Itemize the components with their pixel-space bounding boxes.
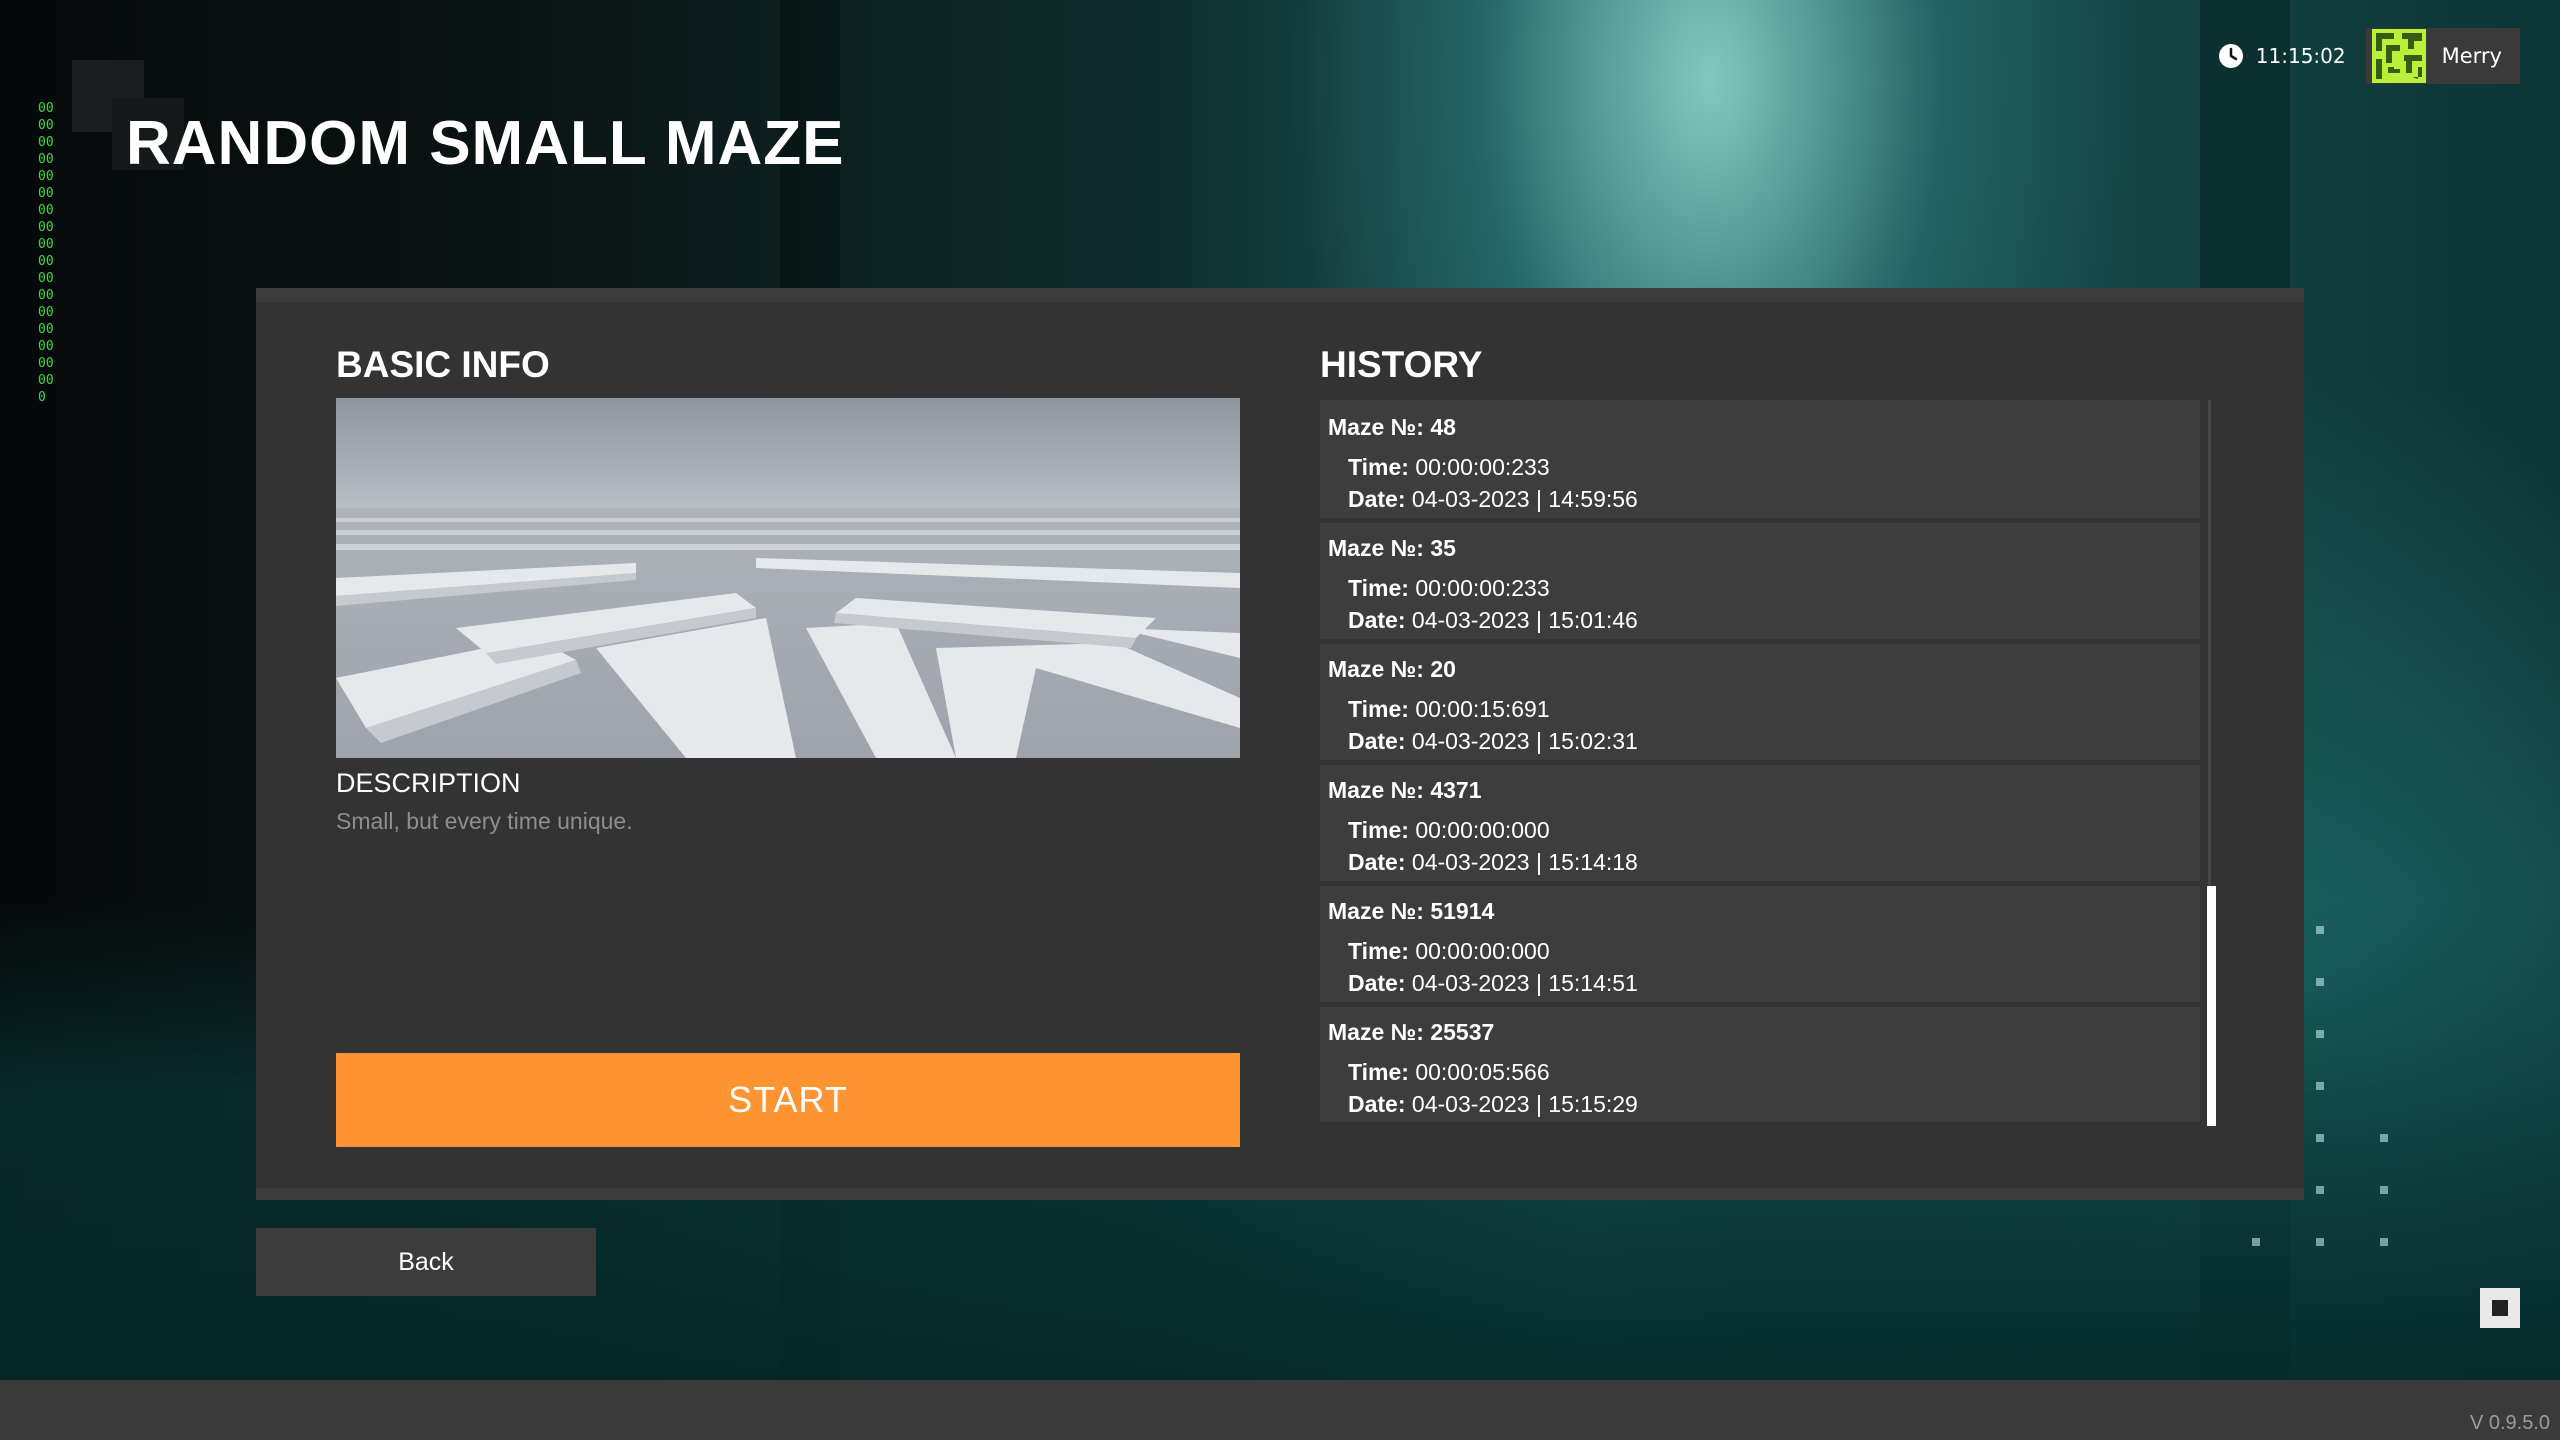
maze-label: Maze №: — [1328, 777, 1424, 803]
footer-bar — [0, 1380, 2560, 1440]
matrix-digits: 00000000000000000000000000000000000 — [38, 101, 54, 405]
date-value: 04-03-2023 | 15:01:46 — [1411, 607, 1638, 633]
date-label: Date: — [1348, 486, 1406, 512]
history-list[interactable]: Maze №: 48 Time: 00:00:00:233 Date: 04-0… — [1320, 400, 2210, 1122]
square-stop-icon[interactable] — [2480, 1288, 2520, 1328]
time-value: 00:00:00:233 — [1415, 454, 1550, 480]
avatar — [2371, 29, 2426, 83]
maze-number: 25537 — [1430, 1019, 1495, 1045]
decorative-dot — [2316, 1238, 2324, 1246]
decorative-dot — [2316, 1030, 2324, 1038]
time-label: Time: — [1348, 938, 1409, 964]
maze-label: Maze №: — [1328, 1019, 1424, 1045]
panel-top-bar — [256, 288, 2304, 302]
time-label: Time: — [1348, 454, 1409, 480]
history-scrollbar-thumb[interactable] — [2207, 886, 2216, 1126]
maze-avatar-icon — [2371, 29, 2426, 83]
time-value: 00:00:00:000 — [1415, 817, 1550, 843]
description-title: DESCRIPTION — [336, 768, 521, 798]
version-label: V 0.9.5.0 — [2469, 1412, 2550, 1434]
date-label: Date: — [1348, 970, 1406, 996]
maze-label: Maze №: — [1328, 898, 1424, 924]
list-item: Maze №: 48 Time: 00:00:00:233 Date: 04-0… — [1320, 402, 2200, 518]
maze-label: Maze №: — [1328, 656, 1424, 682]
clock-icon — [2218, 44, 2243, 68]
page-title: RANDOM SMALL MAZE — [126, 109, 845, 178]
maze-number: 35 — [1430, 535, 1456, 561]
top-bar: 11:15:02 Merry — [2218, 28, 2520, 84]
maze-label: Maze №: — [1328, 535, 1424, 561]
date-value: 04-03-2023 | 15:14:51 — [1411, 970, 1638, 996]
date-value: 04-03-2023 | 14:59:56 — [1411, 486, 1638, 512]
maze-label: Maze №: — [1328, 414, 1424, 440]
time-value: 00:00:05:566 — [1415, 1059, 1550, 1085]
decorative-dot — [2316, 1186, 2324, 1194]
history-title: HISTORY — [1320, 344, 1483, 385]
list-item: Maze №: 35 Time: 00:00:00:233 Date: 04-0… — [1320, 523, 2200, 639]
time-value: 00:00:15:691 — [1415, 696, 1550, 722]
date-value: 04-03-2023 | 15:15:29 — [1411, 1091, 1638, 1117]
decorative-dot — [2316, 1082, 2324, 1090]
date-label: Date: — [1348, 607, 1406, 633]
maze-number: 4371 — [1430, 777, 1482, 803]
list-item: Maze №: 4371 Time: 00:00:00:000 Date: 04… — [1320, 765, 2200, 881]
clock-time: 11:15:02 — [2255, 44, 2346, 68]
decorative-dot — [2380, 1134, 2388, 1142]
list-item: Maze №: 51914 Time: 00:00:00:000 Date: 0… — [1320, 886, 2200, 1002]
maze-number: 51914 — [1430, 898, 1495, 924]
date-value: 04-03-2023 | 15:14:18 — [1411, 849, 1638, 875]
maze-number: 20 — [1430, 656, 1456, 682]
decorative-dot — [2316, 926, 2324, 934]
back-button[interactable]: Back — [256, 1228, 596, 1296]
list-item: Maze №: 20 Time: 00:00:15:691 Date: 04-0… — [1320, 644, 2200, 760]
maze-preview-image — [336, 398, 1240, 758]
clock: 11:15:02 — [2218, 43, 2346, 69]
date-label: Date: — [1348, 849, 1406, 875]
start-button[interactable]: START — [336, 1053, 1240, 1147]
date-value: 04-03-2023 | 15:02:31 — [1411, 728, 1638, 754]
date-label: Date: — [1348, 728, 1406, 754]
time-label: Time: — [1348, 696, 1409, 722]
time-label: Time: — [1348, 1059, 1409, 1085]
user-name: Merry — [2441, 44, 2502, 68]
main-panel: BASIC INFO DESCRIPTION Small, but every … — [256, 288, 2304, 1200]
decorative-dot — [2380, 1186, 2388, 1194]
time-value: 00:00:00:233 — [1415, 575, 1550, 601]
maze-number: 48 — [1430, 414, 1456, 440]
time-label: Time: — [1348, 817, 1409, 843]
date-label: Date: — [1348, 1091, 1406, 1117]
time-label: Time: — [1348, 575, 1409, 601]
decorative-dot — [2316, 1134, 2324, 1142]
user-profile[interactable]: Merry — [2365, 28, 2520, 84]
panel-bottom-bar — [256, 1188, 2304, 1200]
basic-info-title: BASIC INFO — [336, 344, 550, 385]
decorative-dot — [2316, 978, 2324, 986]
decorative-dot — [2380, 1238, 2388, 1246]
description-text: Small, but every time unique. — [336, 808, 633, 834]
time-value: 00:00:00:000 — [1415, 938, 1550, 964]
decorative-dot — [2252, 1238, 2260, 1246]
list-item: Maze №: 25537 Time: 00:00:05:566 Date: 0… — [1320, 1007, 2200, 1122]
